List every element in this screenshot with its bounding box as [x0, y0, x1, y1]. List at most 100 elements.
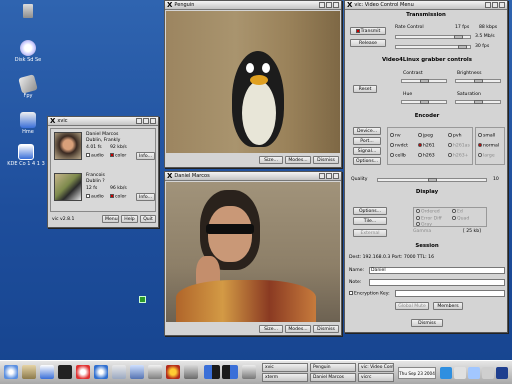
desktop-icon-disk[interactable]: Disk Sd Se	[8, 40, 48, 63]
reset-button[interactable]: Reset	[353, 85, 377, 93]
close-button[interactable]	[333, 173, 339, 179]
desktop-switcher-icon[interactable]	[204, 365, 220, 379]
contrast-slider[interactable]	[401, 79, 447, 83]
printer-icon[interactable]	[148, 365, 162, 379]
desktop-icon-kde[interactable]: KDE Co 1 4 1 3	[6, 144, 46, 167]
participant-row[interactable]: Daniel Marcos Dublin, Frankly 4.01 fs 92…	[52, 130, 156, 170]
signal-button[interactable]: Signal...	[353, 147, 381, 155]
minimize-button[interactable]	[136, 118, 142, 124]
minimize-button[interactable]	[319, 2, 325, 8]
small-desktop-icon[interactable]	[139, 296, 146, 303]
task-video-control[interactable]: vic: Video Control	[358, 363, 394, 372]
task-xterm[interactable]: xterm	[262, 373, 308, 382]
color-checkbox[interactable]: color	[110, 153, 126, 159]
codec-option-pvh[interactable]: pvh	[448, 133, 462, 139]
bandwidth-slider[interactable]	[395, 35, 471, 39]
slider-knob[interactable]	[428, 178, 437, 182]
clock[interactable]: Thu Sep 23 2004	[398, 367, 436, 379]
title-bar[interactable]: X vic: Video Control Menu	[345, 1, 507, 10]
minimize-button[interactable]	[319, 173, 325, 179]
size-option-small[interactable]: small	[478, 133, 495, 139]
codec-option-h263[interactable]: h263	[418, 153, 435, 159]
close-button[interactable]	[499, 2, 505, 8]
task-daniel[interactable]: Daniel Marcos	[310, 373, 356, 382]
title-bar[interactable]: X Penguin	[165, 1, 341, 10]
options-button[interactable]: Options...	[353, 157, 381, 165]
tray-icon[interactable]	[468, 367, 480, 379]
desktop-icon-home[interactable]: Hme	[8, 112, 48, 135]
slider-knob[interactable]	[420, 79, 429, 83]
encryption-key-checkbox[interactable]: Encryption Key:	[349, 291, 390, 297]
framerate-slider[interactable]	[395, 45, 471, 49]
help-icon[interactable]	[76, 365, 90, 379]
maximize-button[interactable]	[326, 2, 332, 8]
hue-slider[interactable]	[401, 100, 447, 104]
maximize-button[interactable]	[143, 118, 149, 124]
tray-icon[interactable]	[440, 367, 452, 379]
tile-button[interactable]: Tile...	[353, 217, 387, 225]
close-button[interactable]	[333, 2, 339, 8]
slider-knob[interactable]	[474, 100, 483, 104]
dither-option-gray[interactable]: Gray	[416, 222, 432, 228]
slider-knob[interactable]	[474, 79, 483, 83]
encryption-key-field[interactable]	[395, 290, 505, 297]
slider-knob[interactable]	[454, 35, 463, 39]
info-button[interactable]: Info...	[136, 193, 155, 201]
tray-icon[interactable]	[454, 367, 466, 379]
device-button[interactable]: Device...	[353, 127, 381, 135]
settings-icon[interactable]	[184, 365, 198, 379]
video-frame[interactable]	[166, 11, 340, 153]
k-menu-icon[interactable]	[4, 365, 18, 379]
dither-option-ordered[interactable]: Ordered	[416, 209, 440, 215]
size-option-large[interactable]: large	[478, 153, 495, 159]
transmit-button[interactable]: Transmit	[350, 27, 386, 35]
maximize-button[interactable]	[326, 173, 332, 179]
task-penguin[interactable]: Penguin	[310, 363, 356, 372]
dismiss-button[interactable]: Dismiss	[411, 319, 443, 327]
port-button[interactable]: Port...	[353, 137, 381, 145]
modes-button[interactable]: Modes...	[285, 325, 311, 333]
codec-option-h261[interactable]: h261	[418, 143, 435, 149]
size-button[interactable]: Size...	[259, 156, 283, 164]
tray-icon[interactable]	[496, 367, 508, 379]
participant-thumbnail[interactable]	[54, 173, 82, 201]
quality-slider[interactable]	[377, 178, 487, 182]
quit-button[interactable]: Quit	[140, 215, 156, 223]
desktop-icon-floppy[interactable]: Fpy	[8, 74, 48, 99]
display-options-button[interactable]: Options...	[353, 207, 387, 215]
size-button[interactable]: Size...	[259, 325, 283, 333]
codec-option-cellb[interactable]: cellb	[390, 153, 406, 159]
lock-icon[interactable]	[242, 365, 256, 379]
task-xvic[interactable]: xvic	[262, 363, 308, 372]
codec-option-nvdct[interactable]: nvdct	[390, 143, 408, 149]
audio-checkbox[interactable]: audio	[86, 194, 104, 200]
brightness-slider[interactable]	[455, 79, 501, 83]
info-button[interactable]: Info...	[136, 152, 155, 160]
tray-icon[interactable]	[482, 367, 494, 379]
maximize-button[interactable]	[492, 2, 498, 8]
network-icon[interactable]	[130, 365, 144, 379]
title-bar[interactable]: X Daniel Marcos	[165, 172, 341, 181]
desktop-icon-trash[interactable]	[8, 4, 48, 19]
release-button[interactable]: Release	[350, 39, 386, 47]
dither-option-ed[interactable]: Ed	[452, 209, 463, 215]
menu-button[interactable]: Menu	[102, 215, 119, 223]
task-vicrc[interactable]: vicrc	[358, 373, 394, 382]
terminal-icon[interactable]	[58, 365, 72, 379]
participant-thumbnail[interactable]	[54, 132, 82, 160]
dismiss-button[interactable]: Dismiss	[313, 325, 339, 333]
dither-option-quad[interactable]: Quad	[452, 216, 469, 222]
desktop-switcher-icon[interactable]	[222, 365, 238, 379]
home-folder-icon[interactable]	[40, 365, 54, 379]
minimize-button[interactable]	[485, 2, 491, 8]
codec-option-h263plus[interactable]: h263+	[448, 153, 469, 159]
dither-option-error-diff[interactable]: Error Diff	[416, 216, 442, 222]
browser-icon[interactable]	[94, 365, 108, 379]
modes-button[interactable]: Modes...	[285, 156, 311, 164]
codec-option-jpeg[interactable]: jpeg	[418, 133, 433, 139]
saturation-slider[interactable]	[455, 100, 501, 104]
help-button[interactable]: Help	[121, 215, 138, 223]
codec-option-nv[interactable]: nv	[390, 133, 401, 139]
window-list-icon[interactable]	[22, 365, 36, 379]
codec-option-h261as[interactable]: h261as	[448, 143, 470, 149]
